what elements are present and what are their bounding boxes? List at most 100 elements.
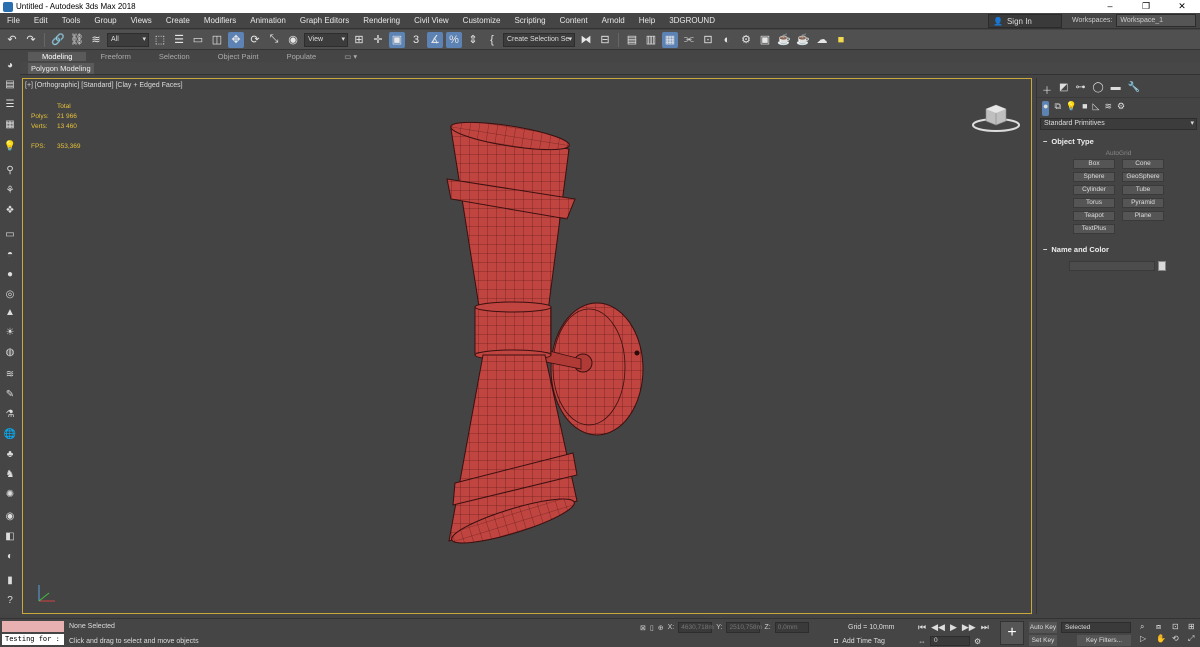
menu-views[interactable]: Views: [124, 16, 159, 25]
menu-create[interactable]: Create: [159, 16, 197, 25]
percent-snap-icon[interactable]: %: [446, 31, 462, 48]
display-tab-icon[interactable]: ▬: [1111, 82, 1121, 97]
display-icon[interactable]: ❖: [3, 203, 17, 217]
close-button[interactable]: ✕: [1164, 1, 1200, 12]
menu-graph-editors[interactable]: Graph Editors: [293, 16, 356, 25]
tab-object-paint[interactable]: Object Paint: [204, 52, 273, 61]
add-time-tag[interactable]: ◘ Add Time Tag: [834, 638, 885, 645]
light-icon[interactable]: 💡: [3, 139, 17, 153]
redo-icon[interactable]: ↷: [23, 32, 39, 48]
field-of-view-icon[interactable]: ▷: [1140, 634, 1154, 644]
sphere-button[interactable]: Sphere: [1073, 172, 1115, 182]
tab-selection[interactable]: Selection: [145, 52, 204, 61]
polygon-modeling-panel[interactable]: Polygon Modeling: [28, 63, 94, 74]
menu-tools[interactable]: Tools: [55, 16, 88, 25]
render-icon[interactable]: ◧: [3, 529, 17, 543]
named-selection-set-select[interactable]: Create Selection Se: [503, 32, 575, 47]
angle-snap-icon[interactable]: ∡: [427, 31, 443, 48]
current-frame-field[interactable]: 0: [930, 636, 970, 646]
plant-icon[interactable]: ♣: [3, 447, 17, 461]
orbit-icon[interactable]: ⟲: [1172, 634, 1186, 644]
x-coordinate-field[interactable]: 4630,718m: [678, 622, 714, 633]
plane-button[interactable]: Plane: [1122, 211, 1164, 221]
manipulate-icon[interactable]: ✛: [370, 32, 386, 48]
torus-button[interactable]: Torus: [1073, 198, 1115, 208]
edit-named-selection-icon[interactable]: {: [484, 32, 500, 48]
menu-rendering[interactable]: Rendering: [356, 16, 407, 25]
particle-icon[interactable]: ✺: [3, 487, 17, 501]
select-and-move-icon[interactable]: ✥: [228, 31, 244, 48]
auto-key-button[interactable]: Auto Key: [1029, 622, 1057, 633]
scene-explorer-icon[interactable]: ▤: [3, 77, 17, 91]
helpers-category-icon[interactable]: ◺: [1093, 101, 1100, 116]
viewport[interactable]: [+] [Orthographic] [Standard] [Clay + Ed…: [22, 78, 1032, 614]
menu-scripting[interactable]: Scripting: [507, 16, 552, 25]
create-icon[interactable]: ◕: [3, 58, 17, 72]
menu-edit[interactable]: Edit: [27, 16, 55, 25]
rendered-frame-window-icon[interactable]: ▣: [757, 32, 773, 48]
toggle-ribbon-icon[interactable]: ▦: [662, 31, 678, 48]
y-coordinate-field[interactable]: 2510,758m: [726, 622, 762, 633]
select-by-name-icon[interactable]: ☰: [171, 32, 187, 48]
mirror-icon[interactable]: ⧓: [578, 32, 594, 48]
sun-icon[interactable]: ☀: [3, 325, 17, 339]
list-icon[interactable]: ▦: [3, 117, 17, 131]
name-and-color-rollout[interactable]: − Name and Color: [1037, 244, 1200, 256]
sphere-icon[interactable]: ●: [3, 267, 17, 281]
character-icon[interactable]: ♞: [3, 467, 17, 481]
box-button[interactable]: Box: [1073, 159, 1115, 169]
maximize-viewport-icon[interactable]: ⤢: [1188, 634, 1200, 644]
menu-content[interactable]: Content: [553, 16, 595, 25]
cone-icon[interactable]: ▲: [3, 305, 17, 319]
menu-modifiers[interactable]: Modifiers: [197, 16, 243, 25]
lock-selection-icon[interactable]: ⊠: [640, 624, 646, 632]
save-icon[interactable]: ▮: [3, 573, 17, 587]
spinner-snap-icon[interactable]: ⇕: [465, 32, 481, 48]
globe-icon[interactable]: 🌐: [3, 427, 17, 441]
ribbon-options-icon[interactable]: ▭ ▾: [330, 52, 371, 61]
toggle-layer-explorer-icon[interactable]: ▥: [643, 32, 659, 48]
menu-help[interactable]: Help: [632, 16, 662, 25]
tab-freeform[interactable]: Freeform: [86, 52, 144, 61]
spacewarps-category-icon[interactable]: ≋: [1104, 101, 1112, 116]
textplus-button[interactable]: TextPlus: [1073, 224, 1115, 234]
schematic-view-icon[interactable]: ⊡: [700, 32, 716, 48]
cylinder-button[interactable]: Cylinder: [1073, 185, 1115, 195]
shapes-icon[interactable]: ◓: [3, 247, 17, 261]
pivot-center-icon[interactable]: ⊞: [351, 32, 367, 48]
sign-in-button[interactable]: 👤 Sign In: [988, 14, 1062, 28]
hierarchy-tab-icon[interactable]: ⊶: [1075, 82, 1085, 97]
primitive-type-select[interactable]: Standard Primitives: [1040, 118, 1197, 130]
geometry-category-icon[interactable]: ●: [1042, 101, 1050, 116]
isolate-icon[interactable]: ▯: [650, 624, 654, 632]
curve-editor-icon[interactable]: ⫘: [681, 32, 697, 48]
systems-category-icon[interactable]: ⚙: [1117, 101, 1125, 116]
menu-arnold[interactable]: Arnold: [595, 16, 632, 25]
maxscript-listener-input[interactable]: [2, 621, 64, 632]
link-icon[interactable]: 🔗: [50, 32, 66, 48]
render-production-icon[interactable]: ☕: [776, 32, 792, 48]
selection-filter-select[interactable]: All: [107, 32, 149, 47]
tools-icon[interactable]: ⚗: [3, 407, 17, 421]
tab-populate[interactable]: Populate: [273, 52, 331, 61]
go-to-start-icon[interactable]: ⏮: [918, 622, 926, 633]
workspace-select[interactable]: Workspace_1: [1116, 14, 1197, 27]
menu-3dground[interactable]: 3DGROUND: [662, 16, 722, 25]
toggle-scene-explorer-icon[interactable]: ▤: [624, 32, 640, 48]
toggle-icon[interactable]: ◐: [3, 549, 17, 563]
snaps-toggle-icon[interactable]: 3: [408, 32, 424, 48]
unlink-icon[interactable]: ⛓: [69, 32, 85, 48]
modify-tab-icon[interactable]: ◩: [1059, 82, 1068, 97]
select-and-place-icon[interactable]: ◉: [285, 32, 301, 48]
systems-icon[interactable]: ✎: [3, 387, 17, 401]
material-editor-icon[interactable]: ◐: [719, 32, 735, 48]
menu-customize[interactable]: Customize: [456, 16, 508, 25]
previous-frame-icon[interactable]: ◀◀: [931, 622, 945, 633]
menu-civil-view[interactable]: Civil View: [407, 16, 456, 25]
zoom-icon[interactable]: ⌕: [1140, 622, 1154, 632]
rectangular-selection-icon[interactable]: ▭: [190, 32, 206, 48]
absolute-mode-icon[interactable]: ⊕: [658, 624, 664, 632]
helper-icon[interactable]: ◍: [3, 345, 17, 359]
object-color-swatch[interactable]: [1158, 261, 1166, 271]
select-object-icon[interactable]: ⬚: [152, 32, 168, 48]
